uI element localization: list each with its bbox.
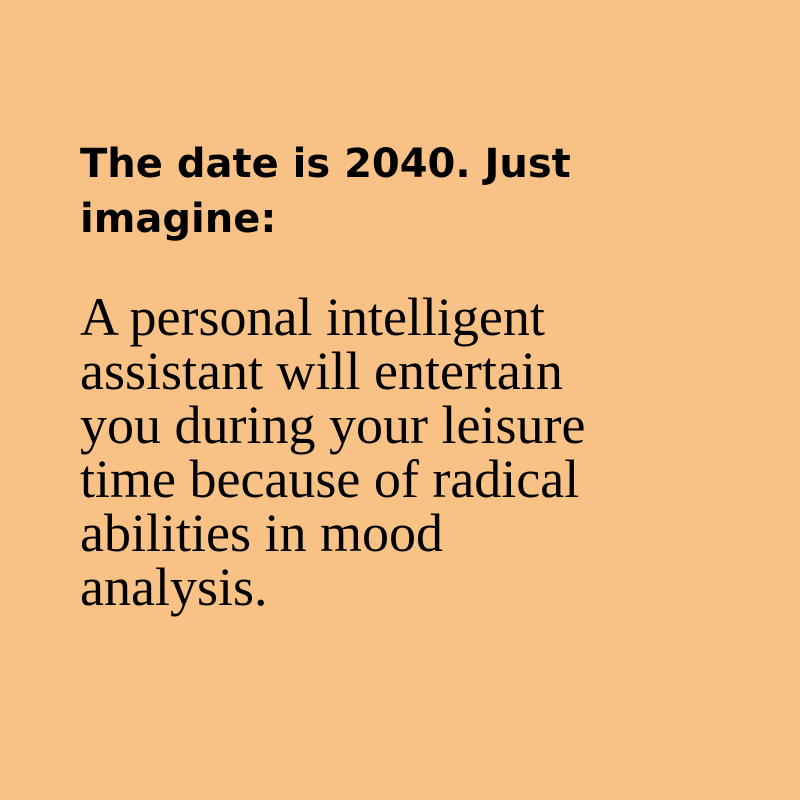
body-line: A personal intelligent [80, 287, 545, 347]
quote-card: The date is 2040. Just imagine: A person… [0, 0, 800, 800]
body-line: analysis. [80, 557, 268, 617]
body-line: you during your leisure [80, 395, 586, 455]
body-line: assistant will entertain [80, 341, 563, 401]
headline: The date is 2040. Just imagine: [80, 137, 720, 247]
body-line: time because of radical [80, 449, 580, 509]
body-text: A personal intelligent assistant will en… [80, 290, 740, 614]
body-line: abilities in mood [80, 503, 443, 563]
headline-line: imagine: [80, 196, 277, 242]
headline-line: The date is 2040. Just [80, 141, 571, 187]
